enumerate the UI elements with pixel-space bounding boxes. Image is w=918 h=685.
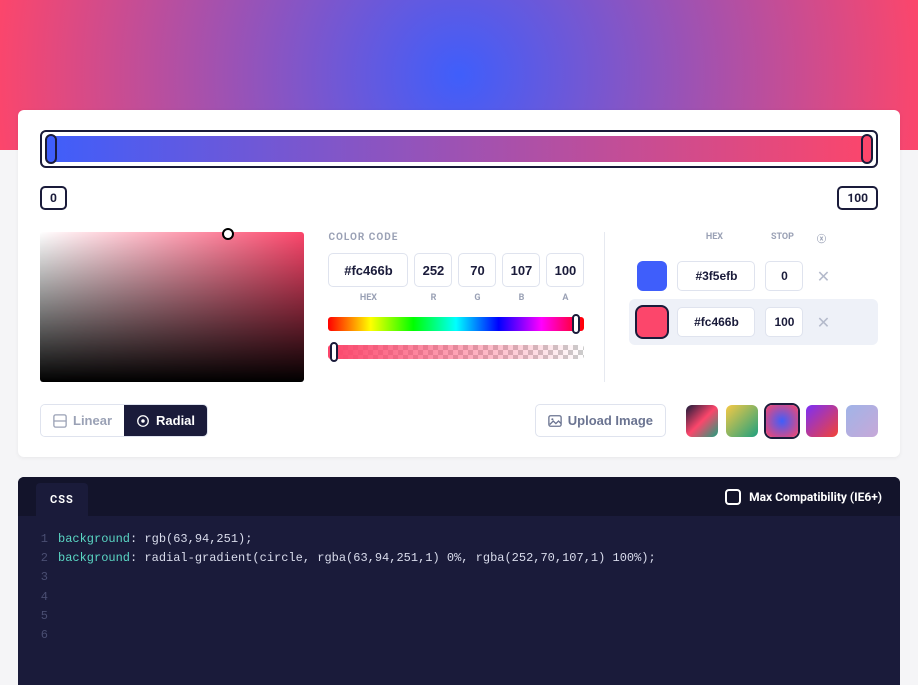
upload-label: Upload Image [568,413,653,428]
delete-stop-icon[interactable]: ✕ [813,267,833,286]
stop-row-0[interactable]: ✕ [629,253,878,299]
hue-slider[interactable] [328,317,584,331]
mode-linear-button[interactable]: Linear [41,405,124,436]
code-tab-css[interactable]: CSS [36,483,88,516]
stop-swatch[interactable] [637,261,667,291]
mode-radial-label: Radial [156,413,195,428]
code-lines[interactable]: background: rgb(63,94,251);background: r… [58,530,656,645]
stop-position-0[interactable]: 0 [40,186,67,210]
r-input[interactable] [414,253,452,287]
stops-list: HEX STOP ⓧ ✕ ✕ [629,232,878,382]
b-input[interactable] [502,253,540,287]
hex-input[interactable] [328,253,408,287]
mode-linear-label: Linear [73,413,112,428]
a-input[interactable] [546,253,584,287]
max-compat-toggle[interactable]: Max Compatibility (IE6+) [725,489,882,505]
gradient-handle-1[interactable] [861,134,873,164]
max-compat-label: Max Compatibility (IE6+) [749,490,882,504]
radial-icon [136,414,150,428]
gradient-handle-0[interactable] [45,134,57,164]
stop-hex-input[interactable] [677,261,755,291]
upload-image-button[interactable]: Upload Image [535,404,666,437]
stop-swatch[interactable] [637,307,667,337]
preset-2[interactable] [766,405,798,437]
linear-icon [53,414,67,428]
stop-position-input[interactable] [765,261,803,291]
stop-row-1[interactable]: ✕ [629,299,878,345]
mode-radial-button[interactable]: Radial [124,405,207,436]
stop-hex-input[interactable] [677,307,755,337]
alpha-handle[interactable] [330,342,338,362]
stop-position-input[interactable] [765,307,803,337]
sub-label-hex: HEX [328,293,408,303]
delete-stop-icon[interactable]: ✕ [813,313,833,332]
g-input[interactable] [458,253,496,287]
editor-panel: 0 100 COLOR CODE HEX R G B A [18,110,900,457]
mode-segmented: Linear Radial [40,404,208,437]
stops-head-stop: STOP [763,232,801,245]
presets-row [686,405,878,437]
stops-head-hex: HEX [675,232,753,245]
preset-3[interactable] [806,405,838,437]
sub-label-r: R [414,293,452,303]
color-controls: COLOR CODE HEX R G B A [328,232,605,382]
sub-label-a: A [546,293,584,303]
stop-axis: 0 100 [40,186,878,214]
stop-position-1[interactable]: 100 [837,186,878,210]
checkbox-icon[interactable] [725,489,741,505]
color-square[interactable] [40,232,304,382]
sub-label-b: B [502,293,540,303]
preset-4[interactable] [846,405,878,437]
image-icon [548,414,562,428]
code-panel: CSS Max Compatibility (IE6+) 123456 back… [18,477,900,685]
stops-head-delete: ⓧ [811,232,831,245]
gradient-bar[interactable] [40,130,878,168]
code-gutter: 123456 [18,530,58,645]
preset-1[interactable] [726,405,758,437]
preset-0[interactable] [686,405,718,437]
color-code-label: COLOR CODE [328,232,584,243]
hue-handle[interactable] [572,314,580,334]
alpha-slider[interactable] [328,345,584,359]
sub-label-g: G [458,293,496,303]
